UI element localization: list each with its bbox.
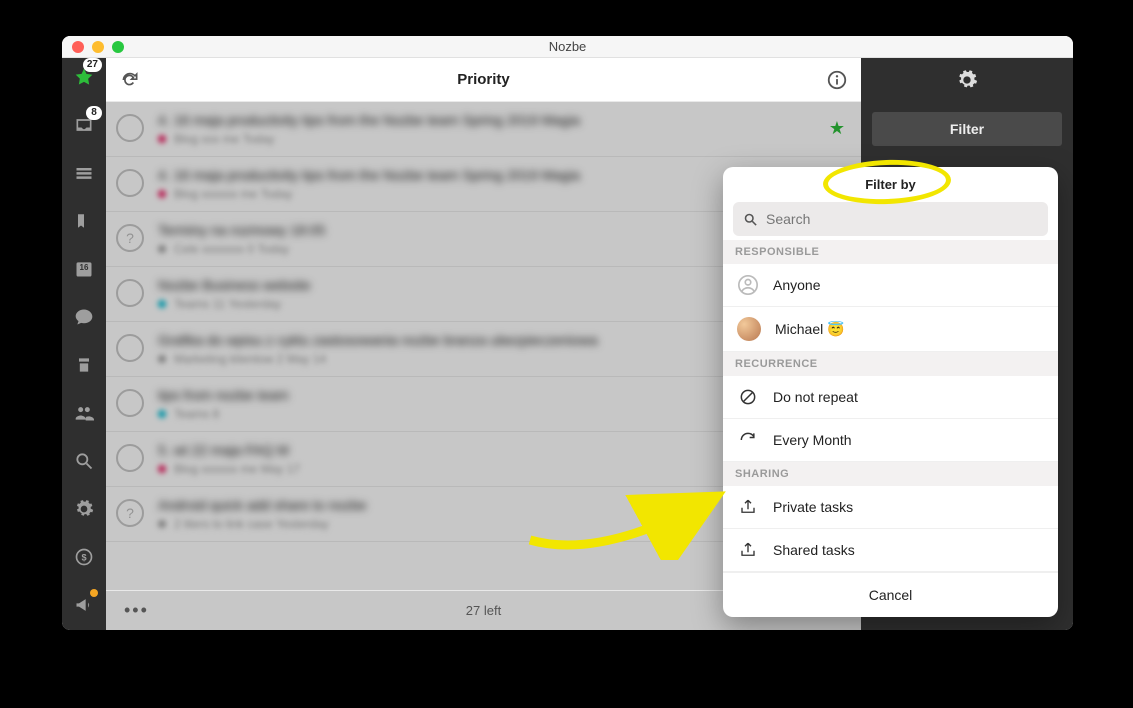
sidebar-templates[interactable] (62, 352, 106, 378)
announce-dot (90, 589, 98, 597)
svg-text:$: $ (81, 552, 86, 562)
task-checkbox[interactable] (116, 444, 144, 472)
filter-option-label: Every Month (773, 432, 852, 448)
sidebar-projects[interactable] (62, 160, 106, 186)
filter-option-label: Shared tasks (773, 542, 855, 558)
task-body: 4.16 maja productivity tips from the Noz… (158, 112, 815, 146)
left-sidebar: 27 8 16 (62, 58, 106, 630)
filter-option-user-michael[interactable]: Michael 😇 (723, 307, 1058, 352)
filter-button[interactable]: Filter (872, 112, 1062, 146)
filter-option-label: Michael 😇 (775, 321, 845, 338)
filter-section-sharing: SHARING (723, 462, 1058, 486)
filter-popup-title: Filter by (723, 167, 1058, 202)
filter-option-shared-tasks[interactable]: Shared tasks (723, 529, 1058, 572)
filter-option-label: Private tasks (773, 499, 853, 515)
sidebar-inbox[interactable]: 8 (62, 112, 106, 138)
task-checkbox[interactable] (116, 389, 144, 417)
task-checkbox[interactable] (116, 169, 144, 197)
titlebar: Nozbe (62, 36, 1073, 58)
star-icon[interactable]: ★ (829, 118, 845, 139)
sidebar-announce[interactable] (62, 592, 106, 618)
share-icon (737, 539, 759, 561)
sidebar-comments[interactable] (62, 304, 106, 330)
filter-search-field[interactable] (733, 202, 1048, 236)
right-settings-button[interactable] (861, 58, 1073, 102)
filter-section-responsible: RESPONSIBLE (723, 240, 1058, 264)
task-title: 4.16 maja productivity tips from the Noz… (158, 112, 815, 128)
refresh-button[interactable] (106, 70, 154, 90)
sidebar-team[interactable] (62, 400, 106, 426)
filter-option-label: Anyone (773, 277, 820, 293)
sidebar-priority[interactable]: 27 (62, 64, 106, 90)
task-checkbox[interactable] (116, 279, 144, 307)
task-checkbox[interactable]: ? (116, 224, 144, 252)
sidebar-search[interactable] (62, 448, 106, 474)
task-meta: Blog xxx me Today (158, 132, 815, 146)
filter-option-no-repeat[interactable]: Do not repeat (723, 376, 1058, 419)
filter-search-input[interactable] (766, 211, 1038, 227)
sidebar-calendar[interactable]: 16 (62, 256, 106, 282)
sidebar-categories[interactable] (62, 208, 106, 234)
window-title: Nozbe (62, 39, 1073, 54)
main-header: Priority (106, 58, 861, 102)
sidebar-settings[interactable] (62, 496, 106, 522)
filter-button-label: Filter (950, 121, 984, 137)
person-icon (737, 274, 759, 296)
sidebar-account[interactable]: $ (62, 544, 106, 570)
calendar-day: 16 (80, 263, 89, 272)
filter-section-recurrence: RECURRENCE (723, 352, 1058, 376)
page-title: Priority (106, 71, 861, 88)
filter-option-private-tasks[interactable]: Private tasks (723, 486, 1058, 529)
task-checkbox[interactable] (116, 334, 144, 362)
filter-cancel-button[interactable]: Cancel (723, 572, 1058, 617)
task-row[interactable]: 4.16 maja productivity tips from the Noz… (106, 102, 861, 157)
filter-option-every-month[interactable]: Every Month (723, 419, 1058, 462)
share-icon (737, 496, 759, 518)
no-repeat-icon (737, 386, 759, 408)
avatar (737, 317, 761, 341)
search-icon (743, 212, 758, 227)
repeat-icon (737, 429, 759, 451)
inbox-badge: 8 (86, 106, 102, 120)
filter-option-label: Do not repeat (773, 389, 858, 405)
filter-popup: Filter by RESPONSIBLE Anyone Michael 😇 R… (723, 167, 1058, 617)
info-button[interactable] (813, 69, 861, 91)
task-checkbox[interactable]: ? (116, 499, 144, 527)
priority-badge: 27 (83, 58, 102, 72)
task-checkbox[interactable] (116, 114, 144, 142)
filter-option-anyone[interactable]: Anyone (723, 264, 1058, 307)
